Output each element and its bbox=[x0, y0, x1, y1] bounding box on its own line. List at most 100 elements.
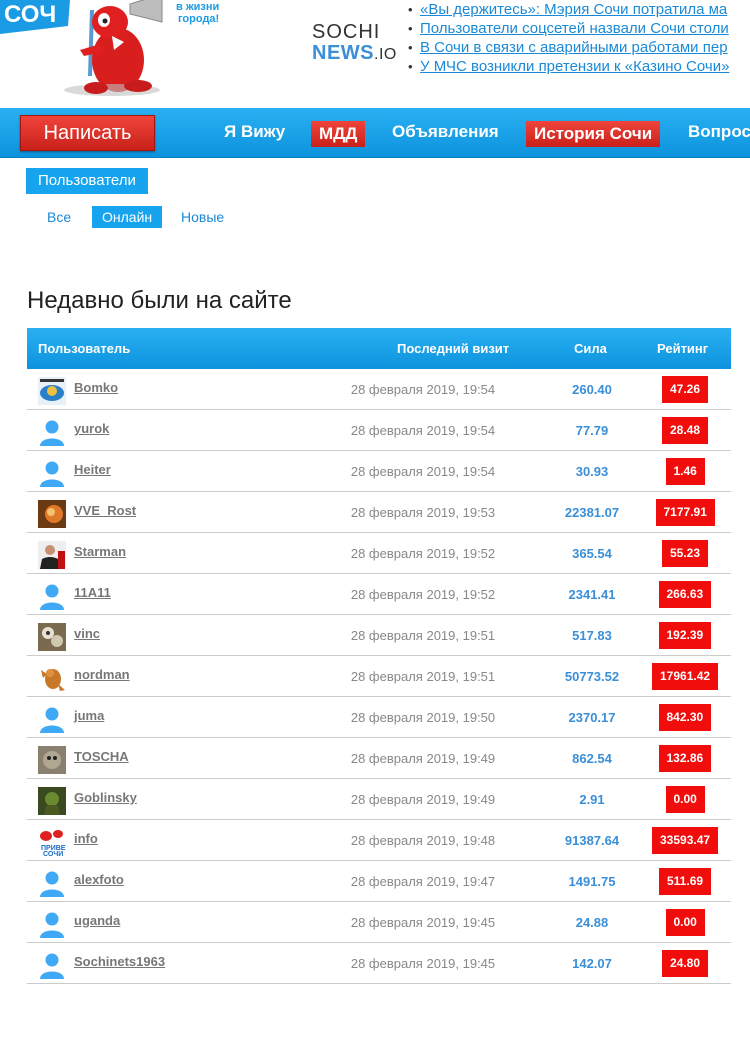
last-visit: 28 февраля 2019, 19:54 bbox=[350, 423, 496, 438]
power-value: 365.54 bbox=[572, 546, 612, 561]
header-rating: Рейтинг bbox=[657, 341, 709, 356]
nav-item-mdd[interactable]: МДД bbox=[311, 121, 366, 147]
table-row: Goblinsky 28 февраля 2019, 19:49 2.91 0.00 bbox=[27, 779, 731, 820]
table-row: Bomko 28 февраля 2019, 19:54 260.40 47.26 bbox=[27, 369, 731, 410]
power-value: 77.79 bbox=[575, 423, 609, 438]
starman-avatar-icon[interactable] bbox=[38, 541, 66, 569]
sochi-logo[interactable]: СОЧ в жизни города! bbox=[0, 0, 230, 100]
power-value: 50773.52 bbox=[564, 669, 620, 684]
user-name-link[interactable]: uganda bbox=[74, 913, 120, 928]
sochi-mascot-icon: СОЧ в жизни города! bbox=[0, 0, 219, 96]
user-name-link[interactable]: juma bbox=[74, 708, 104, 723]
rating-badge: 24.80 bbox=[662, 950, 709, 977]
bomko-avatar-icon[interactable] bbox=[38, 377, 66, 405]
default-user-icon[interactable] bbox=[38, 869, 66, 897]
info-avatar-icon[interactable]: ПРИВЕТСОЧИ bbox=[38, 828, 70, 858]
user-name-link[interactable]: nordman bbox=[74, 667, 130, 682]
news-item: • У МЧС возникли претензии к «Казино Сочи… bbox=[408, 57, 750, 76]
rating-badge: 17961.42 bbox=[652, 663, 719, 690]
sochinews-line1: SOCHI bbox=[312, 21, 381, 43]
bullet-icon: • bbox=[408, 40, 413, 55]
news-link[interactable]: Пользователи соцсетей назвали Сочи столи bbox=[420, 20, 729, 37]
user-name-link[interactable]: vinc bbox=[74, 626, 100, 641]
toscha-avatar-icon[interactable] bbox=[38, 746, 66, 774]
users-table: Пользователь Последний визит Сила Рейтин… bbox=[27, 328, 731, 984]
default-user-icon[interactable] bbox=[38, 459, 66, 487]
rating-badge: 0.00 bbox=[665, 786, 705, 813]
table-row: TOSCHA 28 февраля 2019, 19:49 862.54 132.86 bbox=[27, 738, 731, 779]
user-name-link[interactable]: 11A11 bbox=[74, 585, 111, 600]
subtab-online[interactable]: Онлайн bbox=[92, 206, 163, 228]
header-power: Сила bbox=[574, 341, 607, 356]
svg-text:СОЧИ: СОЧИ bbox=[43, 851, 63, 856]
news-list: • «Вы держитесь»: Мэрия Сочи потратила ма… bbox=[408, 0, 750, 76]
header-last-visit: Последний визит bbox=[397, 341, 510, 356]
user-name-link[interactable]: alexfoto bbox=[74, 872, 124, 887]
main-nav: Написать Я Вижу МДД Объявления История С… bbox=[0, 108, 750, 158]
rating-badge: 28.48 bbox=[662, 417, 709, 444]
news-item: • Пользователи соцсетей назвали Сочи стол… bbox=[408, 19, 750, 38]
subtab-new[interactable]: Новые bbox=[181, 206, 224, 228]
site-header: СОЧ в жизни города! SOCHI NEWS.IO • «Вы д… bbox=[0, 0, 750, 108]
power-value: 30.93 bbox=[575, 464, 609, 479]
vve-avatar-icon[interactable] bbox=[38, 500, 66, 528]
goblinsky-avatar-icon[interactable] bbox=[38, 787, 66, 815]
rating-badge: 0.00 bbox=[665, 909, 705, 936]
default-user-icon[interactable] bbox=[38, 910, 66, 938]
news-link[interactable]: «Вы держитесь»: Мэрия Сочи потратила ма bbox=[420, 1, 727, 18]
last-visit: 28 февраля 2019, 19:54 bbox=[350, 464, 496, 479]
default-user-icon[interactable] bbox=[38, 951, 66, 979]
vinc-avatar-icon[interactable] bbox=[38, 623, 66, 651]
power-value: 1491.75 bbox=[568, 874, 616, 889]
power-value: 91387.64 bbox=[564, 833, 620, 848]
table-row: nordman 28 февраля 2019, 19:51 50773.52 179… bbox=[27, 656, 731, 697]
table-row: ПРИВЕТСОЧИ info 28 февраля 2019, 19:48 9138… bbox=[27, 820, 731, 861]
last-visit: 28 февраля 2019, 19:50 bbox=[350, 710, 496, 725]
user-name-link[interactable]: Sochinets1963 bbox=[74, 954, 165, 969]
last-visit: 28 февраля 2019, 19:45 bbox=[350, 956, 496, 971]
user-name-link[interactable]: yurok bbox=[74, 421, 109, 436]
last-visit: 28 февраля 2019, 19:48 bbox=[350, 833, 496, 848]
nav-item-ya-vizhu[interactable]: Я Вижу bbox=[224, 122, 285, 142]
sochinews-line2: NEWS bbox=[312, 42, 374, 64]
default-user-icon[interactable] bbox=[38, 418, 66, 446]
news-link[interactable]: В Сочи в связи с аварийными работами пер bbox=[420, 39, 728, 56]
last-visit: 28 февраля 2019, 19:54 bbox=[350, 382, 496, 397]
rating-badge: 33593.47 bbox=[652, 827, 719, 854]
svg-text:СОЧ: СОЧ bbox=[4, 1, 56, 28]
user-name-link[interactable]: VVE_Rost bbox=[74, 503, 136, 518]
user-name-link[interactable]: Starman bbox=[74, 544, 126, 559]
table-row: 11A11 28 февраля 2019, 19:52 2341.41 266.63 bbox=[27, 574, 731, 615]
nordman-avatar-icon[interactable] bbox=[38, 664, 66, 692]
user-name-link[interactable]: TOSCHA bbox=[74, 749, 129, 764]
subtab-all[interactable]: Все bbox=[47, 206, 71, 228]
power-value: 862.54 bbox=[572, 751, 612, 766]
power-value: 22381.07 bbox=[564, 505, 620, 520]
rating-badge: 842.30 bbox=[658, 704, 712, 731]
users-tab[interactable]: Пользователи bbox=[26, 168, 148, 194]
table-row: juma 28 февраля 2019, 19:50 2370.17 842.30 bbox=[27, 697, 731, 738]
table-row: vinc 28 февраля 2019, 19:51 517.83 192.39 bbox=[27, 615, 731, 656]
user-name-link[interactable]: Heiter bbox=[74, 462, 111, 477]
power-value: 24.88 bbox=[575, 915, 609, 930]
last-visit: 28 февраля 2019, 19:53 bbox=[350, 505, 496, 520]
user-name-link[interactable]: Goblinsky bbox=[74, 790, 137, 805]
svg-text:города!: города! bbox=[178, 13, 219, 25]
default-user-icon[interactable] bbox=[38, 705, 66, 733]
table-header: Пользователь Последний визит Сила Рейтин… bbox=[27, 328, 731, 369]
write-button[interactable]: Написать bbox=[20, 115, 155, 151]
table-row: Starman 28 февраля 2019, 19:52 365.54 55.23 bbox=[27, 533, 731, 574]
power-value: 260.40 bbox=[572, 382, 612, 397]
news-link[interactable]: У МЧС возникли претензии к «Казино Сочи» bbox=[420, 58, 729, 75]
user-name-link[interactable]: info bbox=[74, 831, 98, 846]
nav-item-istoriya-sochi[interactable]: История Сочи bbox=[526, 121, 661, 147]
header-user: Пользователь bbox=[38, 341, 131, 356]
sochinews-logo[interactable]: SOCHI NEWS.IO bbox=[312, 22, 402, 72]
table-row: uganda 28 февраля 2019, 19:45 24.88 0.00 bbox=[27, 902, 731, 943]
default-user-icon[interactable] bbox=[38, 582, 66, 610]
user-name-link[interactable]: Bomko bbox=[74, 380, 118, 395]
rating-badge: 7177.91 bbox=[655, 499, 715, 526]
nav-item-obyavleniya[interactable]: Объявления bbox=[392, 122, 499, 142]
power-value: 517.83 bbox=[572, 628, 612, 643]
nav-item-vopros[interactable]: Вопрос bbox=[688, 122, 750, 142]
